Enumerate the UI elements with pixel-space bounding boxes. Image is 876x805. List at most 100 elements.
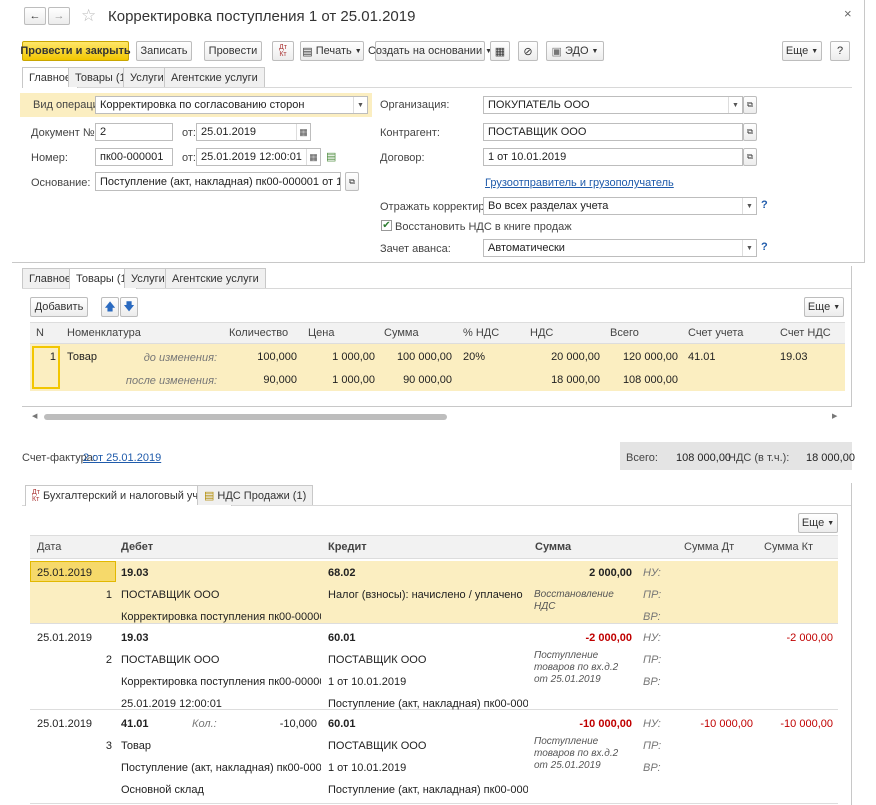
org-select[interactable]: ПОКУПАТЕЛЬ ООО ▼ [483, 96, 743, 114]
col-vat-rate[interactable]: % НДС [463, 327, 499, 339]
tab-vat-sales-label: НДС Продажи (1) [217, 489, 307, 502]
after-quantity: 90,000 [263, 374, 297, 386]
posting-debit-sub3: Основной склад [121, 784, 204, 796]
org-label: Организация: [380, 99, 450, 111]
structure-icon[interactable]: ▦ [490, 41, 510, 61]
col-amount[interactable]: Сумма [535, 541, 571, 553]
close-icon[interactable]: × [844, 6, 852, 21]
goods-more-label: Еще [807, 301, 831, 313]
posting-vr: ВР: [643, 762, 661, 774]
move-down-icon[interactable]: 🡇 [120, 297, 138, 317]
scroll-right-icon[interactable]: ▶ [832, 412, 837, 420]
col-nomenclature[interactable]: Номенклатура [67, 327, 141, 339]
scrollbar-thumb[interactable] [44, 414, 447, 420]
contract-label: Договор: [380, 152, 425, 164]
window-title: Корректировка поступления 1 от 25.01.201… [108, 8, 416, 25]
star-icon[interactable]: ☆ [81, 6, 96, 26]
posting-debit-sub1: ПОСТАВЩИК ООО [121, 589, 220, 601]
document-form: ← → ☆ Корректировка поступления 1 от 25.… [12, 0, 865, 263]
back-button[interactable]: ← [24, 7, 46, 25]
reflect-select[interactable]: Во всех разделах учета ▼ [483, 197, 757, 215]
doc-number-field[interactable]: 2 [95, 123, 173, 141]
posting-nu: НУ: [643, 632, 661, 644]
doc-date-field[interactable]: 25.01.2019 ▦ [196, 123, 311, 141]
edo-button[interactable]: ▣ ЭДО ▼ [546, 41, 604, 61]
advance-value: Автоматически [488, 242, 565, 254]
edo-label: ЭДО [564, 45, 589, 57]
shipper-link[interactable]: Грузоотправитель и грузополучатель [485, 177, 674, 189]
col-vat-account[interactable]: Счет НДС [780, 327, 831, 339]
col-date[interactable]: Дата [37, 541, 61, 553]
posting-n: 2 [105, 654, 112, 666]
post-button[interactable]: Провести [204, 41, 262, 61]
contractor-field[interactable]: ПОСТАВЩИК ООО [483, 123, 743, 141]
posting-date: 25.01.2019 [37, 632, 93, 644]
col-credit[interactable]: Кредит [328, 541, 367, 553]
number-date-field[interactable]: 25.01.2019 12:00:01 ▦ [196, 148, 321, 166]
col-quantity[interactable]: Количество [229, 327, 288, 339]
document-icon: ▤ [204, 490, 215, 502]
posting-credit-sub3: Поступление (акт, накладная) пк00-000001… [328, 784, 528, 796]
help-icon[interactable]: ? [761, 199, 768, 211]
save-button[interactable]: Записать [136, 41, 192, 61]
tab-agent-services[interactable]: Агентские услуги [164, 67, 265, 87]
advance-select[interactable]: Автоматически ▼ [483, 239, 757, 257]
tab-vat-sales[interactable]: ▤ НДС Продажи (1) [197, 485, 314, 505]
posting-debit-sub1: ПОСТАВЩИК ООО [121, 654, 220, 666]
add-button[interactable]: Добавить [30, 297, 88, 317]
contract-field[interactable]: 1 от 10.01.2019 [483, 148, 743, 166]
number-date-value: 25.01.2019 12:00:01 [201, 151, 302, 163]
more-button[interactable]: Еще ▼ [782, 41, 822, 61]
col-sum[interactable]: Сумма [384, 327, 419, 339]
posting-credit-sub1: Налог (взносы): начислено / уплачено [328, 589, 523, 601]
open-basis-icon[interactable]: ⧉ [345, 172, 359, 191]
posting-debit-sub1: Товар [121, 740, 151, 752]
dtkt-icon[interactable]: Дт Кт [272, 41, 294, 61]
goods-row-n: 1 [49, 351, 56, 363]
open-contractor-icon[interactable]: ⧉ [743, 123, 757, 141]
move-up-icon[interactable]: 🡅 [101, 297, 119, 317]
col-total[interactable]: Всего [610, 327, 639, 339]
basis-label: Основание: [31, 177, 91, 189]
dtkt-icon: Дт Кт [32, 489, 40, 503]
col-vat[interactable]: НДС [530, 327, 553, 339]
scroll-left-icon[interactable]: ◀ [32, 412, 37, 420]
help-icon[interactable]: ? [761, 241, 768, 253]
number-field[interactable]: пк00-000001 [95, 148, 173, 166]
col-amount-kt[interactable]: Сумма Кт [764, 541, 813, 553]
col-n[interactable]: N [36, 327, 44, 339]
before-vat: 20 000,00 [551, 351, 600, 363]
invoice-link[interactable]: 2 от 25.01.2019 [83, 452, 161, 464]
posting-note: Поступление товаров по вх.д.2 от 25.01.2… [534, 736, 619, 771]
print-button[interactable]: ▤ Печать ▼ [300, 41, 364, 61]
help-button[interactable]: ? [830, 41, 850, 61]
operation-value: Корректировка по согласованию сторон [100, 99, 305, 111]
open-org-icon[interactable]: ⧉ [743, 96, 757, 114]
before-label: до изменения: [143, 352, 217, 364]
col-amount-dt[interactable]: Сумма Дт [684, 541, 734, 553]
calendar-icon[interactable]: ▦ [296, 124, 310, 140]
open-contract-icon[interactable]: ⧉ [743, 148, 757, 166]
postings-more-label: Еще [801, 517, 825, 529]
restore-vat-checkbox[interactable]: ✔ [381, 220, 392, 231]
postings-more-button[interactable]: Еще ▼ [798, 513, 838, 533]
number-label: Номер: [31, 152, 68, 164]
post-and-close-button[interactable]: Провести и закрыть [20, 41, 131, 61]
document-green-icon[interactable]: ▤ [326, 150, 336, 163]
calendar-icon[interactable]: ▦ [306, 149, 320, 165]
basis-field[interactable]: Поступление (акт, накладная) пк00-000001… [95, 172, 341, 191]
create-based-button[interactable]: Создать на основании ▼ [368, 41, 492, 61]
advance-label: Зачет аванса: [380, 243, 451, 255]
attach-icon[interactable]: ⊘ [518, 41, 538, 61]
after-vat: 18 000,00 [551, 374, 600, 386]
col-account[interactable]: Счет учета [688, 327, 743, 339]
tab-agent-services[interactable]: Агентские услуги [165, 268, 266, 288]
posting-pr: ПР: [643, 740, 662, 752]
goods-more-button[interactable]: Еще ▼ [804, 297, 844, 317]
operation-select[interactable]: Корректировка по согласованию сторон ▼ [95, 96, 368, 114]
forward-button[interactable]: → [48, 7, 70, 25]
col-debit[interactable]: Дебет [121, 541, 153, 553]
posting-date: 25.01.2019 [37, 718, 93, 730]
goods-row-name: Товар [67, 351, 97, 363]
col-price[interactable]: Цена [308, 327, 334, 339]
